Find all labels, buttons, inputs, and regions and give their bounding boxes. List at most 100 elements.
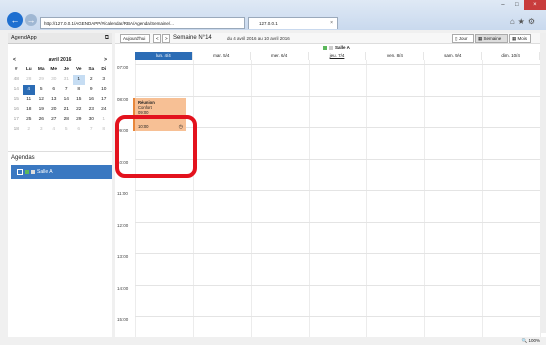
mini-day-cell[interactable]: 4 (48, 125, 61, 135)
external-link-icon[interactable]: ⧉ (105, 33, 109, 44)
mini-day-cell[interactable]: 16 (85, 95, 98, 105)
hour-line (135, 221, 540, 223)
today-button[interactable]: Aujourd'hui (120, 34, 150, 43)
day-header[interactable]: dim. 10/4 (482, 52, 540, 60)
mini-weekday-header: Me (50, 67, 58, 72)
mini-day-cell[interactable]: 29 (35, 75, 48, 85)
mini-day-cell[interactable]: 20 (48, 105, 61, 115)
mini-day-cell[interactable]: 1 (72, 75, 85, 85)
mini-day-cell[interactable]: 21 (60, 105, 73, 115)
mini-day-cell[interactable]: 6 (73, 125, 86, 135)
tab-title: 127.0.0.1 (259, 21, 278, 26)
mini-day-cell[interactable]: 13 (48, 95, 61, 105)
mini-week-number: 16 (13, 107, 19, 112)
mini-next-month-button[interactable]: > (104, 55, 107, 65)
mini-day-cell[interactable]: 29 (73, 115, 86, 125)
mini-week-number: 14 (13, 87, 19, 92)
status-bar (0, 337, 546, 345)
day-header[interactable]: jeu. 7/4 (309, 52, 367, 60)
favorites-icon[interactable]: ★ (518, 17, 528, 26)
mini-day-cell[interactable]: 26 (35, 115, 48, 125)
view-week-button[interactable]: ▦ Semaine (475, 34, 508, 43)
mini-day-cell[interactable]: 22 (73, 105, 86, 115)
close-window-icon[interactable]: × (523, 0, 546, 10)
view-day-label: Jour (458, 36, 468, 41)
mini-weekday-header: Di (101, 67, 107, 72)
mini-day-cell[interactable]: 11 (23, 95, 36, 105)
app-title: AgendApp (11, 35, 37, 41)
mini-day-cell[interactable]: 8 (98, 125, 111, 135)
day-header[interactable]: mer. 6/4 (251, 52, 309, 60)
mini-weekday-header: Ve (75, 67, 82, 72)
zoom-level[interactable]: 🔍 100% (522, 337, 540, 345)
prev-week-button[interactable]: < (153, 34, 161, 43)
day-column-divider (366, 60, 368, 341)
mini-day-cell[interactable]: 3 (98, 75, 111, 85)
mini-day-cell[interactable]: 9 (85, 85, 98, 95)
window-controls: – □ × (496, 0, 546, 10)
mini-day-cell[interactable]: 3 (35, 125, 48, 135)
mini-day-cell[interactable]: 30 (48, 75, 61, 85)
minimize-icon[interactable]: – (496, 0, 510, 10)
mini-day-cell[interactable]: 28 (60, 115, 73, 125)
mini-day-cell[interactable]: 2 (85, 75, 98, 85)
view-month-button[interactable]: ▦ Mois (509, 34, 531, 43)
day-header[interactable]: sam. 9/4 (424, 52, 483, 60)
mini-day-cell[interactable]: 12 (35, 95, 48, 105)
mini-prev-month-button[interactable]: < (13, 55, 16, 65)
day-header[interactable]: lun. 4/4 (135, 52, 193, 60)
mini-day-cell[interactable]: 8 (73, 85, 86, 95)
mini-day-cell[interactable]: 23 (85, 105, 98, 115)
mini-day-cell[interactable]: 24 (98, 105, 111, 115)
mini-day-cell[interactable]: 25 (23, 115, 36, 125)
mini-day-cell[interactable]: 28 (23, 75, 36, 85)
mini-weekday-header: Lu (25, 67, 32, 72)
mini-day-cell[interactable]: 1 (98, 115, 111, 125)
mini-day-cell[interactable]: 2 (23, 125, 36, 135)
next-week-button[interactable]: > (162, 34, 170, 43)
hour-label: 07:00 (117, 65, 129, 70)
hour-line (135, 190, 540, 191)
browser-tab[interactable]: 127.0.0.1 × (248, 17, 338, 29)
highlight-annotation (115, 115, 197, 178)
home-icon[interactable]: ⌂ (510, 17, 518, 26)
mini-week-number: 15 (13, 97, 19, 102)
view-day-button[interactable]: ▯ Jour (452, 34, 474, 43)
mini-day-cell[interactable]: 7 (85, 125, 98, 135)
mini-day-cell[interactable]: 18 (23, 105, 36, 115)
settings-gear-icon[interactable]: ⚙ (528, 17, 538, 26)
agenda-item-salle-a[interactable]: Salle A (11, 165, 112, 179)
zoom-value: 100% (528, 338, 540, 343)
tab-close-icon[interactable]: × (330, 18, 333, 29)
mini-day-cell[interactable]: 17 (98, 95, 111, 105)
mini-day-cell[interactable]: 27 (48, 115, 61, 125)
mini-calendar-grid: # Lu Ma Me Je Ve Sa Di 48 28 29 30 31 1 2 3 14 4 5 6 7 8 9 10 15… (10, 65, 110, 135)
day-column-divider (308, 60, 310, 341)
mini-day-cell[interactable]: 19 (35, 105, 48, 115)
address-bar[interactable]: http://127.0.0.1/AGENDAPP/#/calendar/RBA… (40, 17, 245, 29)
mini-day-cell[interactable]: 15 (73, 95, 86, 105)
hour-line (135, 64, 540, 65)
forward-button[interactable]: → (25, 14, 37, 26)
mini-day-cell[interactable]: 6 (48, 85, 61, 95)
mini-day-cell[interactable]: 5 (35, 85, 48, 95)
day-header[interactable]: ven. 8/4 (366, 52, 425, 60)
vertical-scrollbar[interactable] (540, 33, 546, 333)
hour-label: 15:00 (117, 317, 129, 322)
agenda-checkbox[interactable] (17, 168, 23, 175)
mini-month-label: avril 2016 (48, 57, 72, 63)
mini-day-cell[interactable]: 30 (85, 115, 98, 125)
back-button[interactable]: ← (7, 12, 23, 28)
mini-day-cell[interactable]: 14 (60, 95, 73, 105)
agenda-settings-icon[interactable] (31, 169, 35, 174)
mini-day-cell[interactable]: 31 (60, 75, 73, 85)
mini-day-cell[interactable]: 7 (60, 85, 73, 95)
mini-day-cell[interactable]: 5 (60, 125, 73, 135)
agenda-color-swatch (25, 169, 29, 174)
mini-calendar: < avril 2016 > # Lu Ma Me Je Ve Sa Di 48 28 29 30 31… (10, 55, 110, 135)
day-header[interactable]: mar. 5/4 (193, 52, 251, 60)
mini-day-cell[interactable]: 4 (22, 85, 35, 95)
app-title-bar: AgendApp ⧉ (8, 33, 112, 44)
mini-day-cell[interactable]: 10 (98, 85, 111, 95)
maximize-icon[interactable]: □ (510, 0, 524, 10)
